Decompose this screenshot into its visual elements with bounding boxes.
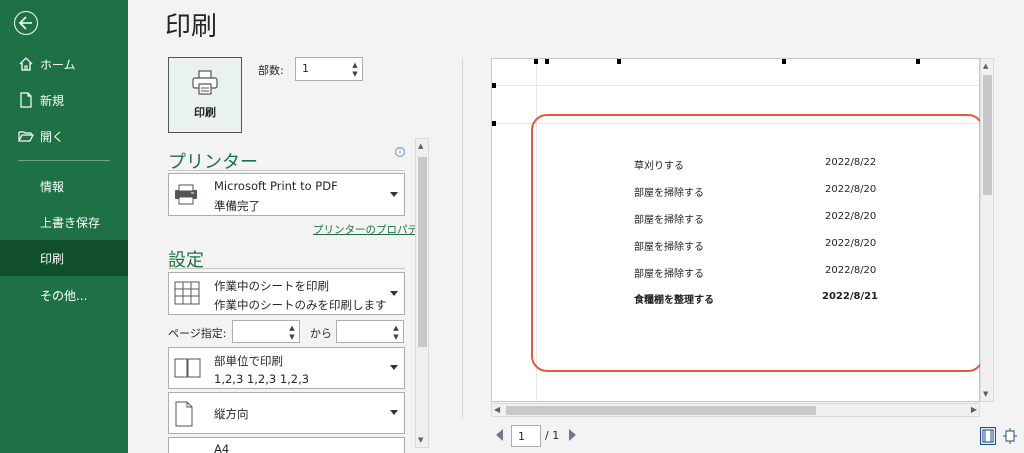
collate-dropdown[interactable]: 部単位で印刷 1,2,3 1,2,3 1,2,3 bbox=[168, 347, 405, 389]
preview-hscroll-thumb[interactable] bbox=[506, 406, 816, 415]
margin-handle[interactable] bbox=[617, 59, 621, 64]
preview-highlight-box bbox=[531, 114, 984, 372]
preview-row-date: 2022/8/20 bbox=[825, 265, 877, 276]
preview-separator bbox=[462, 58, 463, 418]
printer-properties-link[interactable]: プリンターのプロパティ bbox=[313, 222, 428, 237]
nav-info[interactable]: 情報 bbox=[0, 168, 128, 204]
scroll-up-icon[interactable]: ▲ bbox=[418, 142, 423, 150]
scroll-down-icon[interactable]: ▼ bbox=[418, 436, 423, 444]
new-file-icon bbox=[18, 92, 34, 108]
settings-scroll-thumb[interactable] bbox=[418, 157, 427, 347]
pages-to-input[interactable]: ▲ ▼ bbox=[336, 320, 404, 343]
print-scope-title: 作業中のシートを印刷 bbox=[214, 279, 329, 293]
margin-handle[interactable] bbox=[492, 83, 496, 88]
preview-row-date: 2022/8/20 bbox=[825, 184, 877, 195]
scroll-down-icon[interactable]: ▼ bbox=[983, 390, 988, 398]
margin-handle[interactable] bbox=[492, 121, 496, 126]
nav-save[interactable]: 上書き保存 bbox=[0, 204, 128, 240]
scroll-right-icon[interactable]: ▶ bbox=[971, 405, 977, 414]
spin-down-icon[interactable]: ▼ bbox=[350, 69, 360, 79]
nav-info-label: 情報 bbox=[40, 179, 65, 194]
nav-new[interactable]: 新規 bbox=[0, 82, 128, 118]
chevron-down-icon bbox=[390, 191, 398, 197]
backstage-sidebar: ホーム 新規 開く 情報 上書き保存 印刷 その他... bbox=[0, 0, 128, 453]
print-scope-desc: 作業中のシートのみを印刷します bbox=[214, 298, 387, 312]
info-icon[interactable]: i bbox=[395, 147, 405, 157]
copies-label: 部数: bbox=[258, 64, 284, 77]
printer-status: 準備完了 bbox=[214, 199, 260, 213]
nav-open[interactable]: 開く bbox=[0, 118, 128, 154]
spin-down-icon[interactable]: ▼ bbox=[391, 332, 401, 342]
chevron-down-icon bbox=[390, 365, 398, 370]
paper-size-value: A4 bbox=[214, 442, 230, 453]
next-page-icon[interactable] bbox=[569, 429, 576, 441]
page-number-input[interactable]: 1 bbox=[511, 425, 541, 447]
nav-print-label: 印刷 bbox=[40, 251, 65, 266]
printer-name: Microsoft Print to PDF bbox=[214, 179, 338, 193]
nav-home[interactable]: ホーム bbox=[0, 46, 128, 82]
collate-title: 部単位で印刷 bbox=[214, 354, 283, 368]
settings-scrollbar[interactable]: ▲ ▼ bbox=[415, 138, 429, 448]
nav-new-label: 新規 bbox=[40, 93, 65, 108]
settings-section-line bbox=[168, 268, 405, 269]
preview-row-date: 2022/8/20 bbox=[825, 238, 877, 249]
collate-icon bbox=[174, 358, 202, 382]
preview-horizontal-scrollbar[interactable]: ◀ ▶ bbox=[491, 403, 980, 417]
preview-vscroll-thumb[interactable] bbox=[983, 75, 992, 195]
margin-handle[interactable] bbox=[916, 59, 920, 64]
page-total: / 1 bbox=[545, 429, 560, 442]
sidebar-divider bbox=[18, 160, 110, 161]
preview-row-task: 部屋を掃除する bbox=[634, 188, 704, 199]
nav-home-label: ホーム bbox=[40, 57, 76, 72]
portrait-page-icon bbox=[174, 401, 194, 431]
pages-to-label: から bbox=[310, 327, 332, 340]
margin-handle[interactable] bbox=[545, 59, 549, 64]
pages-from-input[interactable]: ▲ ▼ bbox=[232, 320, 300, 343]
printer-dropdown[interactable]: Microsoft Print to PDF 準備完了 bbox=[168, 173, 405, 216]
page-title: 印刷 bbox=[165, 12, 218, 42]
printer-section-line bbox=[168, 170, 405, 171]
preview-row-date: 2022/8/22 bbox=[825, 157, 877, 168]
preview-row-date: 2022/8/20 bbox=[825, 211, 877, 222]
open-folder-icon bbox=[18, 128, 34, 144]
preview-row-task: 部屋を掃除する bbox=[634, 215, 704, 226]
orientation-dropdown[interactable]: 縦方向 bbox=[168, 392, 405, 434]
nav-more-label: その他... bbox=[40, 288, 88, 303]
preview-vertical-scrollbar[interactable]: ▲ ▼ bbox=[980, 58, 994, 402]
nav-open-label: 開く bbox=[40, 129, 65, 144]
nav-more[interactable]: その他... bbox=[0, 277, 128, 313]
preview-row-task: 部屋を掃除する bbox=[634, 242, 704, 253]
copies-value: 1 bbox=[302, 62, 309, 75]
chevron-down-icon bbox=[390, 290, 398, 296]
print-scope-dropdown[interactable]: 作業中のシートを印刷 作業中のシートのみを印刷します bbox=[168, 272, 405, 315]
orientation-value: 縦方向 bbox=[214, 407, 249, 421]
zoom-to-page-icon[interactable] bbox=[1003, 428, 1017, 444]
sheet-grid-icon bbox=[174, 281, 200, 309]
print-button[interactable]: 印刷 bbox=[168, 57, 242, 133]
spin-down-icon[interactable]: ▼ bbox=[287, 332, 297, 342]
preview-row-task: 食糧棚を整理する bbox=[634, 295, 714, 306]
printer-device-icon bbox=[174, 184, 198, 210]
chevron-down-icon bbox=[390, 410, 398, 415]
home-icon bbox=[18, 56, 34, 72]
show-margins-icon[interactable] bbox=[980, 427, 996, 445]
preview-row-task: 草刈りする bbox=[634, 161, 684, 172]
collate-desc: 1,2,3 1,2,3 1,2,3 bbox=[214, 372, 310, 386]
paper-size-dropdown[interactable]: A4 bbox=[168, 437, 405, 453]
margin-handle[interactable] bbox=[534, 59, 538, 64]
nav-save-label: 上書き保存 bbox=[40, 215, 101, 230]
back-arrow-icon[interactable] bbox=[14, 11, 38, 35]
copies-input[interactable]: 1 ▲ ▼ bbox=[295, 57, 363, 81]
margin-handle[interactable] bbox=[782, 59, 786, 64]
scroll-left-icon[interactable]: ◀ bbox=[494, 405, 500, 414]
print-button-label: 印刷 bbox=[194, 106, 216, 119]
preview-row-date: 2022/8/21 bbox=[822, 291, 879, 302]
scroll-up-icon[interactable]: ▲ bbox=[983, 62, 988, 70]
printer-icon bbox=[191, 70, 219, 100]
nav-print[interactable]: 印刷 bbox=[0, 240, 128, 276]
pages-label: ページ指定: bbox=[168, 327, 227, 340]
margin-line-h bbox=[492, 85, 979, 86]
preview-row-task: 部屋を掃除する bbox=[634, 269, 704, 280]
previous-page-icon[interactable] bbox=[496, 429, 503, 441]
